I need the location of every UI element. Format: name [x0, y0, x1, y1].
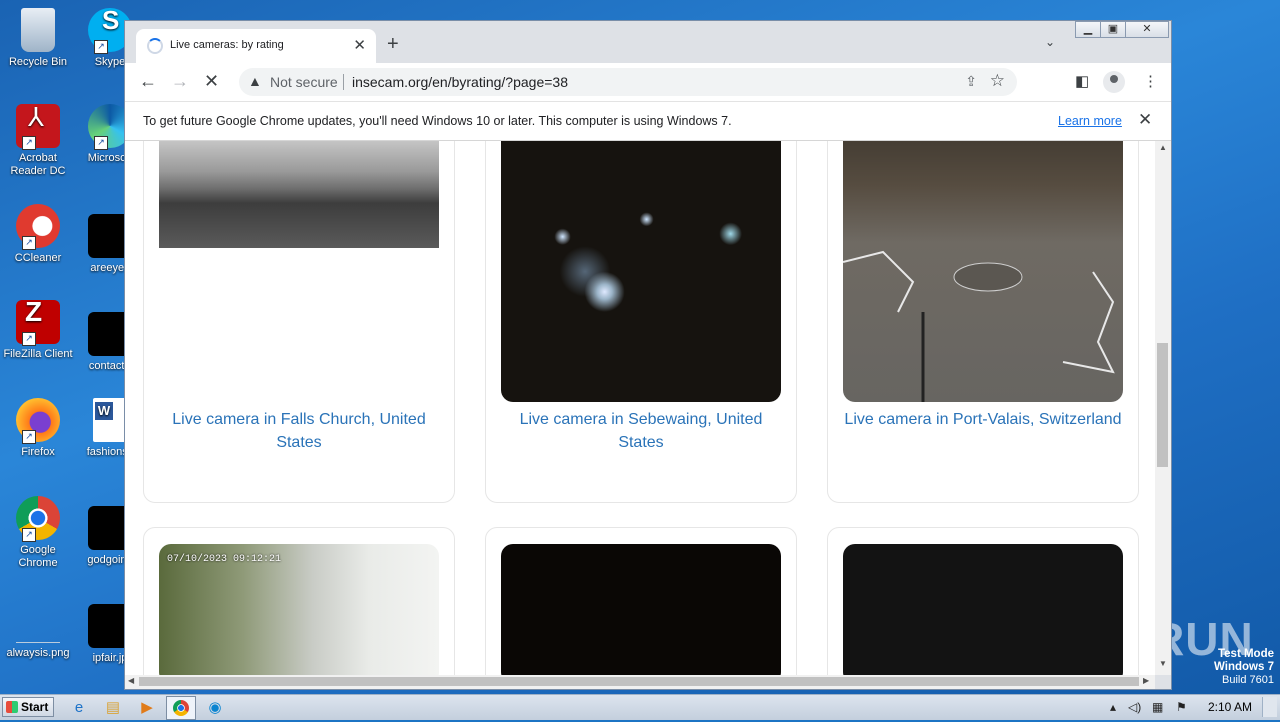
ccleaner-icon: ↗	[16, 204, 60, 250]
scroll-right-arrow-icon[interactable]: ▶	[1143, 676, 1149, 685]
shortcut-arrow-icon: ↗	[22, 136, 36, 150]
menu-kebab-icon[interactable]: ⋮	[1143, 72, 1158, 90]
bookmark-star-icon[interactable]: ☆	[990, 71, 1005, 91]
horizontal-scrollbar[interactable]: ◀ ▶	[125, 675, 1155, 689]
vertical-scroll-thumb[interactable]	[1157, 343, 1168, 467]
warning-triangle-icon: ▲	[248, 73, 262, 89]
camera-feed-image[interactable]	[843, 544, 1123, 675]
scroll-down-arrow-icon[interactable]: ▼	[1159, 659, 1167, 668]
tab-active[interactable]: Live cameras: by rating ✕	[136, 29, 376, 63]
new-tab-button[interactable]: +	[387, 33, 399, 56]
tab-title: Live cameras: by rating	[170, 39, 284, 51]
desktop-icon-acrobat[interactable]: ⅄ ↗ Acrobat Reader DC	[0, 104, 76, 178]
speaker-icon[interactable]: ◁)	[1128, 700, 1141, 714]
vertical-scrollbar[interactable]: ▲ ▼	[1155, 141, 1171, 675]
update-infobar: To get future Google Chrome updates, you…	[125, 101, 1171, 141]
desktop-icon-alwaysis[interactable]: alwaysis.png	[0, 604, 76, 660]
camera-card: Live camera in Port-Valais, Switzerland	[827, 141, 1139, 503]
desktop-icon-chrome[interactable]: ↗ Google Chrome	[0, 496, 76, 570]
camera-card	[485, 527, 797, 675]
camera-feed-image[interactable]	[501, 141, 781, 402]
side-panel-icon[interactable]: ◧	[1075, 72, 1089, 90]
shortcut-arrow-icon: ↗	[22, 236, 36, 250]
edge-taskbar-icon[interactable]: ◉	[204, 698, 226, 718]
share-icon[interactable]: ⇪	[965, 73, 977, 90]
test-mode-label: Test Mode Windows 7 Build 7601	[1214, 648, 1274, 686]
network-icon[interactable]: ▦	[1152, 700, 1163, 714]
show-desktop-button[interactable]	[1262, 697, 1277, 717]
internet-explorer-icon[interactable]: e	[68, 698, 90, 718]
horizontal-scroll-thumb[interactable]	[139, 677, 1139, 686]
desktop-icon-ccleaner[interactable]: ↗ CCleaner	[0, 204, 76, 265]
camera-timestamp-overlay: 07/10/2023 09:12:21	[167, 554, 282, 565]
profile-avatar-icon[interactable]	[1103, 71, 1125, 93]
address-bar[interactable]: ▲ Not secure insecam.org/en/byrating/?pa…	[239, 68, 1017, 96]
url-text[interactable]: insecam.org/en/byrating/?page=38	[352, 74, 568, 90]
street-markings	[843, 250, 1115, 402]
back-arrow-icon[interactable]: ←	[139, 71, 157, 92]
camera-card: Live camera in Falls Church, United Stat…	[143, 141, 455, 503]
chrome-icon: ↗	[16, 496, 60, 542]
action-center-flag-icon[interactable]: ⚑	[1176, 700, 1187, 714]
desktop-icon-filezilla[interactable]: Z ↗ FileZilla Client	[0, 298, 76, 361]
camera-feed-image[interactable]	[843, 141, 1123, 402]
chrome-taskbar-icon[interactable]	[166, 696, 196, 720]
start-button[interactable]: Start	[2, 697, 54, 717]
stop-loading-icon[interactable]: ✕	[204, 71, 219, 92]
shortcut-arrow-icon: ↗	[94, 136, 108, 150]
desktop-icon-recycle-bin[interactable]: Recycle Bin	[0, 8, 76, 69]
tab-strip: Live cameras: by rating ✕ + ⌄ ▁ ▣ ✕	[125, 21, 1171, 63]
shortcut-arrow-icon: ↗	[22, 528, 36, 542]
desktop-icon-firefox[interactable]: ↗ Firefox	[0, 398, 76, 459]
forward-arrow-icon[interactable]: →	[171, 71, 189, 92]
camera-card: Live camera in Sebewaing, United States	[485, 141, 797, 503]
camera-caption-link[interactable]: Live camera in Port-Valais, Switzerland	[838, 408, 1128, 431]
camera-card: 07/10/2023 09:12:21	[143, 527, 455, 675]
address-separator	[343, 74, 344, 90]
camera-caption-link[interactable]: Live camera in Sebewaing, United States	[496, 408, 786, 454]
tab-search-chevron-icon[interactable]: ⌄	[1045, 35, 1055, 49]
page-content: Live camera in Falls Church, United Stat…	[125, 141, 1155, 675]
close-window-button[interactable]: ✕	[1125, 21, 1169, 38]
infobar-message: To get future Google Chrome updates, you…	[143, 114, 732, 128]
firefox-icon: ↗	[16, 398, 60, 444]
tray-expand-icon[interactable]: ▴	[1110, 700, 1116, 714]
clock[interactable]: 2:10 AM	[1208, 700, 1252, 714]
shortcut-arrow-icon: ↗	[94, 40, 108, 54]
filezilla-icon: Z ↗	[16, 298, 60, 346]
image-file-icon	[16, 612, 60, 643]
word-document-icon: W	[93, 398, 127, 442]
shortcut-arrow-icon: ↗	[22, 332, 36, 346]
browser-toolbar: ← → ✕ ▲ Not secure insecam.org/en/byrati…	[125, 63, 1171, 101]
infobar-close-icon[interactable]: ✕	[1138, 110, 1152, 130]
chrome-window: Live cameras: by rating ✕ + ⌄ ▁ ▣ ✕ ← → …	[124, 20, 1172, 690]
acrobat-reader-icon: ⅄ ↗	[16, 104, 60, 150]
camera-feed-image[interactable]	[159, 141, 439, 248]
scroll-up-arrow-icon[interactable]: ▲	[1159, 143, 1167, 152]
learn-more-link[interactable]: Learn more	[1058, 114, 1122, 128]
shortcut-arrow-icon: ↗	[22, 430, 36, 444]
media-player-icon[interactable]: ▶	[136, 698, 158, 718]
recycle-bin-icon	[21, 8, 55, 52]
camera-feed-image[interactable]: 07/10/2023 09:12:21	[159, 544, 439, 675]
maximize-button[interactable]: ▣	[1100, 21, 1126, 38]
security-label[interactable]: Not secure	[270, 74, 338, 90]
camera-card	[827, 527, 1139, 675]
camera-feed-image[interactable]	[501, 544, 781, 675]
camera-caption-link[interactable]: Live camera in Falls Church, United Stat…	[154, 408, 444, 454]
taskbar: Start e ▤ ▶ ◉ ▴ ◁) ▦ ⚑ 2:10 AM	[0, 694, 1280, 720]
tab-close-icon[interactable]: ✕	[353, 36, 366, 54]
minimize-button[interactable]: ▁	[1075, 21, 1101, 38]
loading-spinner-icon	[147, 38, 163, 54]
scroll-left-arrow-icon[interactable]: ◀	[128, 676, 134, 685]
file-explorer-icon[interactable]: ▤	[102, 698, 124, 718]
